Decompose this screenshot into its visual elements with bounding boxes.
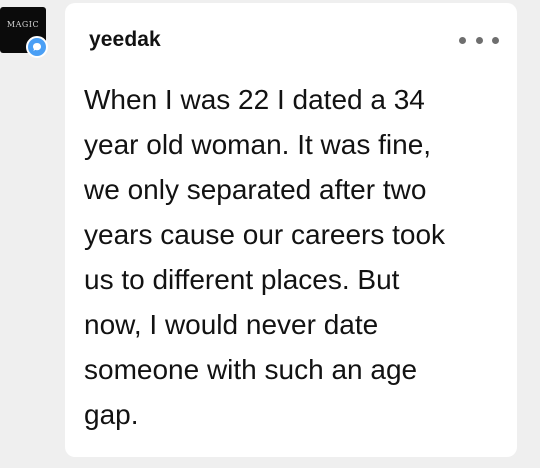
message-line: years cause our careers took <box>84 219 446 250</box>
avatar-text: MAGIC <box>6 20 40 29</box>
message-text: When I was 22 I dated a 34 year old woma… <box>84 77 494 437</box>
more-dot-icon <box>475 36 483 44</box>
message-card: yeedak When I was 22 I dated a 34 year o… <box>65 3 517 457</box>
more-dot-icon <box>459 36 466 44</box>
message-line: When I was 22 I dated a 34 <box>84 84 425 115</box>
more-dot-icon <box>492 36 499 44</box>
chat-bubble-glyph <box>33 43 41 51</box>
message-line: us to different places. But <box>84 264 400 295</box>
page: MAGIC yeedak When I was 22 I dated a 34 … <box>0 0 540 468</box>
message-line: gap. <box>84 399 139 430</box>
message-line: we only separated after two <box>84 174 427 205</box>
message-line: now, I would never date <box>84 309 379 340</box>
message-line: year old woman. It was fine, <box>84 129 432 160</box>
chat-bubble-icon <box>26 36 48 58</box>
more-options-button[interactable] <box>459 30 499 50</box>
avatar-container[interactable]: MAGIC <box>0 7 48 58</box>
username[interactable]: yeedak <box>89 28 161 52</box>
message-line: someone with such an age <box>84 354 418 385</box>
